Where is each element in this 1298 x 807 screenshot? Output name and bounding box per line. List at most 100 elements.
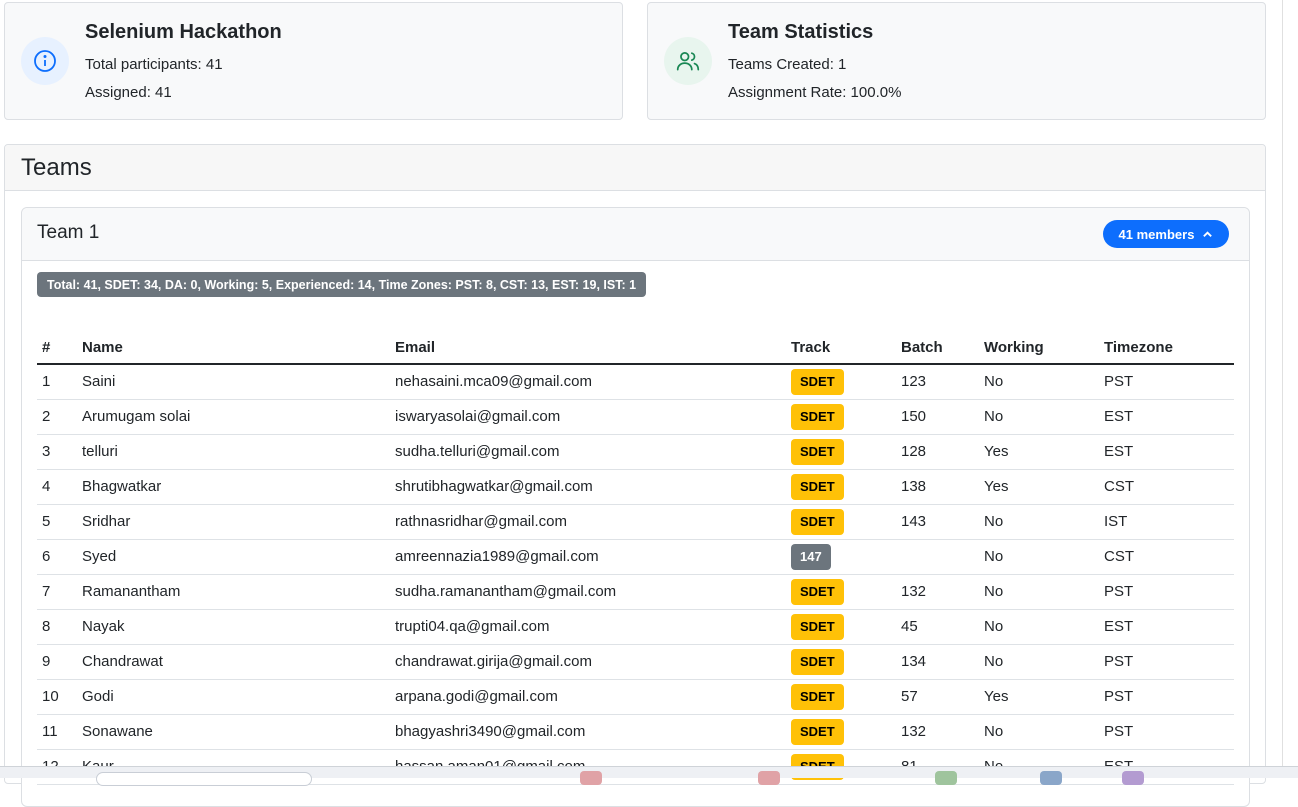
- cell-name: Godi: [77, 679, 390, 715]
- team-header[interactable]: Team 1 41 members: [22, 208, 1249, 261]
- table-row: 3 telluri sudha.telluri@gmail.com SDET 128 Ye…: [37, 434, 1234, 470]
- track-badge: 147: [791, 543, 831, 570]
- cell-batch: 132: [896, 574, 979, 610]
- cell-track: 147: [786, 539, 896, 575]
- info-icon-circle: [21, 37, 69, 85]
- cell-number: 11: [37, 714, 77, 750]
- col-header-working: Working: [979, 332, 1099, 365]
- cell-working: No: [979, 644, 1099, 680]
- cell-number: 9: [37, 644, 77, 680]
- cell-name: Sridhar: [77, 504, 390, 540]
- cell-working: No: [979, 609, 1099, 645]
- cell-timezone: PST: [1099, 714, 1234, 750]
- cell-track: SDET: [786, 434, 896, 470]
- cell-number: 10: [37, 679, 77, 715]
- cell-number: 8: [37, 609, 77, 645]
- taskbar-app-icon[interactable]: [758, 771, 780, 785]
- cell-email: amreennazia1989@gmail.com: [390, 539, 786, 575]
- cell-email: sudha.ramanantham@gmail.com: [390, 574, 786, 610]
- event-title: Selenium Hackathon: [85, 21, 282, 43]
- cell-working: No: [979, 364, 1099, 400]
- cell-track: SDET: [786, 609, 896, 645]
- cell-number: 4: [37, 469, 77, 505]
- cell-email: bhagyashri3490@gmail.com: [390, 714, 786, 750]
- track-badge: SDET: [791, 438, 844, 465]
- cell-working: No: [979, 504, 1099, 540]
- cell-name: Syed: [77, 539, 390, 575]
- cell-batch: 132: [896, 714, 979, 750]
- cell-name: Sonawane: [77, 714, 390, 750]
- cell-number: 5: [37, 504, 77, 540]
- cell-working: Yes: [979, 679, 1099, 715]
- assigned-count: Assigned: 41: [85, 84, 172, 101]
- cell-timezone: EST: [1099, 609, 1234, 645]
- taskbar-app-icon[interactable]: [580, 771, 602, 785]
- cell-batch: 143: [896, 504, 979, 540]
- cell-track: SDET: [786, 574, 896, 610]
- cell-track: SDET: [786, 714, 896, 750]
- cell-working: No: [979, 574, 1099, 610]
- cell-number: 6: [37, 539, 77, 575]
- teams-heading: Teams: [5, 145, 1265, 191]
- cell-working: Yes: [979, 469, 1099, 505]
- col-header-number: #: [37, 332, 77, 365]
- cell-timezone: PST: [1099, 644, 1234, 680]
- cell-working: No: [979, 399, 1099, 435]
- cell-timezone: EST: [1099, 399, 1234, 435]
- cell-track: SDET: [786, 364, 896, 400]
- cell-timezone: CST: [1099, 469, 1234, 505]
- members-count: 41 members: [1118, 226, 1195, 242]
- track-badge: SDET: [791, 368, 844, 395]
- table-row: 10 Godi arpana.godi@gmail.com SDET 57 Yes PST: [37, 679, 1234, 715]
- track-badge: SDET: [791, 613, 844, 640]
- cell-timezone: PST: [1099, 364, 1234, 400]
- track-badge: SDET: [791, 578, 844, 605]
- cell-email: trupti04.qa@gmail.com: [390, 609, 786, 645]
- cell-email: sudha.telluri@gmail.com: [390, 434, 786, 470]
- table-row: 4 Bhagwatkar shrutibhagwatkar@gmail.com SDE…: [37, 469, 1234, 505]
- cell-batch: [896, 539, 979, 575]
- total-participants: Total participants: 41: [85, 56, 223, 73]
- cell-name: Nayak: [77, 609, 390, 645]
- users-icon: [676, 52, 700, 71]
- taskbar-app-icon[interactable]: [1040, 771, 1062, 785]
- cell-timezone: PST: [1099, 574, 1234, 610]
- teams-created: Teams Created: 1: [728, 56, 847, 73]
- cell-number: 3: [37, 434, 77, 470]
- track-badge: SDET: [791, 718, 844, 745]
- cell-batch: 45: [896, 609, 979, 645]
- cell-name: Bhagwatkar: [77, 469, 390, 505]
- cell-name: Ramanantham: [77, 574, 390, 610]
- taskbar-app-icon[interactable]: [1122, 771, 1144, 785]
- taskbar-app-icon[interactable]: [935, 771, 957, 785]
- cell-working: Yes: [979, 434, 1099, 470]
- page-scrollbar-track[interactable]: [1282, 0, 1283, 778]
- cell-email: nehasaini.mca09@gmail.com: [390, 364, 786, 400]
- table-row: 6 Syed amreennazia1989@gmail.com 147 No CST: [37, 539, 1234, 575]
- table-row: 7 Ramanantham sudha.ramanantham@gmail.com S…: [37, 574, 1234, 610]
- cell-email: chandrawat.girija@gmail.com: [390, 644, 786, 680]
- cell-batch: 138: [896, 469, 979, 505]
- team-summary-badge: Total: 41, SDET: 34, DA: 0, Working: 5, …: [37, 272, 647, 297]
- track-badge: SDET: [791, 508, 844, 535]
- table-row: 8 Nayak trupti04.qa@gmail.com SDET 45 No EST: [37, 609, 1234, 645]
- table-row: 9 Chandrawat chandrawat.girija@gmail.com SD…: [37, 644, 1234, 680]
- info-icon: [34, 50, 56, 72]
- cell-name: telluri: [77, 434, 390, 470]
- cell-number: 1: [37, 364, 77, 400]
- cell-name: Arumugam solai: [77, 399, 390, 435]
- chevron-up-icon: [1203, 230, 1213, 237]
- users-icon-circle: [664, 37, 712, 85]
- table-row: 1 Saini nehasaini.mca09@gmail.com SDET 123 No…: [37, 364, 1234, 400]
- cell-batch: 150: [896, 399, 979, 435]
- taskbar-search-box[interactable]: [96, 772, 312, 786]
- col-header-email: Email: [390, 332, 786, 365]
- cell-number: 7: [37, 574, 77, 610]
- members-toggle-button[interactable]: 41 members: [1103, 220, 1229, 248]
- col-header-batch: Batch: [896, 332, 979, 365]
- cell-timezone: IST: [1099, 504, 1234, 540]
- cell-working: No: [979, 714, 1099, 750]
- cell-timezone: PST: [1099, 679, 1234, 715]
- table-header-row: # Name Email Track Batch Working Timezon…: [37, 332, 1234, 365]
- cell-working: No: [979, 539, 1099, 575]
